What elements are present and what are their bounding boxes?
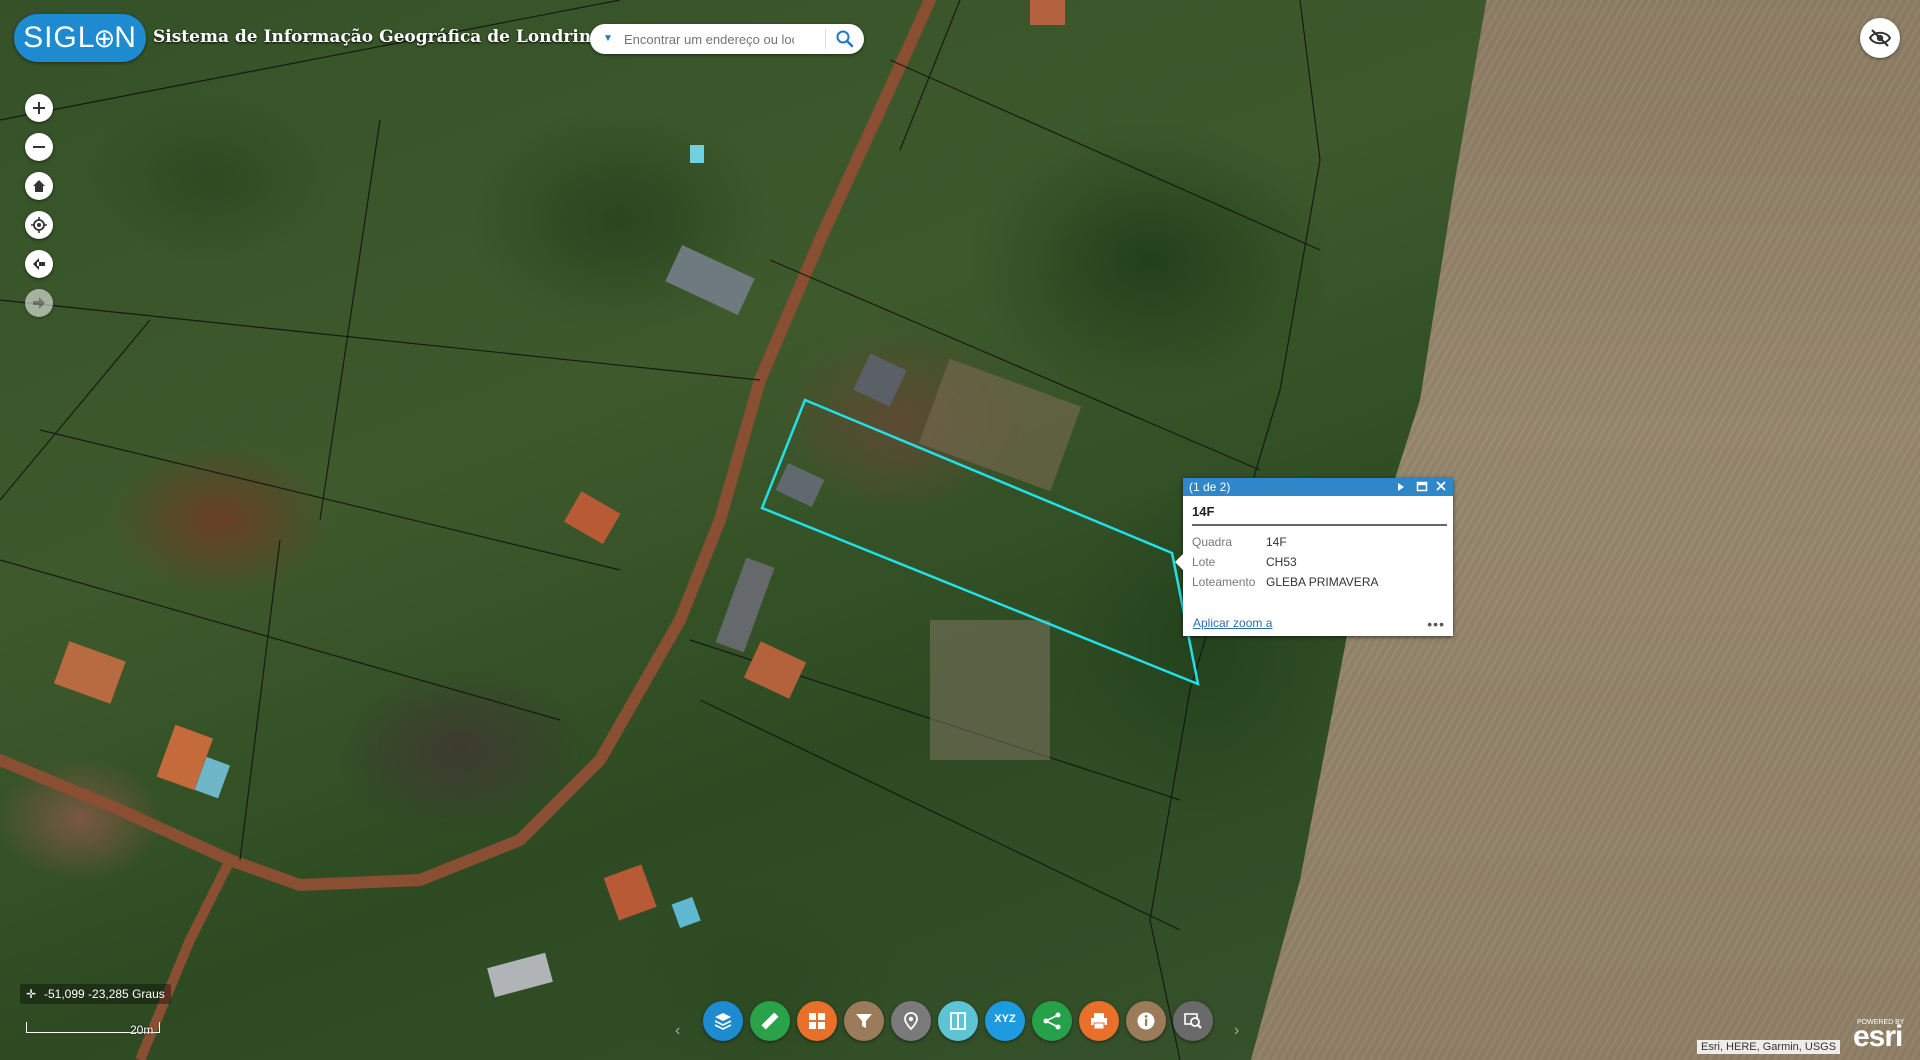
search-widget: ▼ bbox=[590, 24, 864, 54]
basemap-tool-button[interactable] bbox=[797, 1001, 837, 1041]
zoom-in-button[interactable] bbox=[25, 94, 53, 122]
maximize-button[interactable] bbox=[1414, 478, 1430, 496]
attribute-row: Loteamento GLEBA PRIMAVERA bbox=[1192, 572, 1378, 592]
share-icon bbox=[1043, 1012, 1061, 1030]
measure-tool-button[interactable] bbox=[750, 1001, 790, 1041]
logo-text-end: N bbox=[114, 21, 137, 54]
home-icon bbox=[33, 180, 45, 192]
xyz-tool-button[interactable]: XYZ bbox=[985, 1001, 1025, 1041]
locate-button[interactable] bbox=[25, 211, 53, 239]
layers-icon bbox=[714, 1013, 732, 1030]
attribute-label: Loteamento bbox=[1192, 575, 1256, 589]
ruler-icon bbox=[761, 1012, 779, 1030]
attribute-label: Quadra bbox=[1192, 535, 1233, 549]
feature-popup: (1 de 2) 14F Quadra 14F Lote CH53 Loteam… bbox=[1175, 478, 1453, 636]
printer-icon bbox=[1091, 1013, 1107, 1030]
info-icon bbox=[1137, 1012, 1155, 1030]
attribute-value: CH53 bbox=[1266, 555, 1297, 569]
coordinate-text: -51,099 -23,285 Graus bbox=[44, 987, 165, 1001]
play-icon bbox=[1398, 483, 1404, 491]
popup-counter: (1 de 2) bbox=[1189, 480, 1231, 494]
search-icon bbox=[836, 30, 854, 48]
next-extent-button[interactable] bbox=[25, 289, 53, 317]
coordinate-readout[interactable]: ✛ -51,099 -23,285 Graus bbox=[20, 984, 171, 1004]
zoom-to-link[interactable]: Aplicar zoom a bbox=[1193, 616, 1272, 630]
more-actions-button[interactable]: ••• bbox=[1427, 616, 1445, 632]
about-tool-button[interactable] bbox=[1126, 1001, 1166, 1041]
arrow-left-icon bbox=[33, 258, 45, 270]
maximize-icon bbox=[1416, 481, 1428, 492]
filter-tool-button[interactable] bbox=[844, 1001, 884, 1041]
siglon-logo[interactable]: SIGL⊕N bbox=[14, 14, 146, 62]
globe-icon: ⊕ bbox=[93, 23, 117, 53]
grid-icon bbox=[809, 1013, 825, 1029]
share-tool-button[interactable] bbox=[1032, 1001, 1072, 1041]
close-popup-button[interactable] bbox=[1433, 478, 1449, 496]
toolbar-next-button[interactable]: › bbox=[1234, 1022, 1239, 1040]
attribute-row: Lote CH53 bbox=[1192, 552, 1378, 572]
popup-attributes: Quadra 14F Lote CH53 Loteamento GLEBA PR… bbox=[1192, 532, 1378, 592]
print-tool-button[interactable] bbox=[1079, 1001, 1119, 1041]
popup-pointer bbox=[1175, 554, 1183, 570]
popup-title: 14F bbox=[1192, 504, 1447, 526]
popup-header: (1 de 2) bbox=[1183, 478, 1453, 496]
location-tool-button[interactable] bbox=[891, 1001, 931, 1041]
search-separator bbox=[825, 29, 826, 49]
search-features-tool-button[interactable] bbox=[1173, 1001, 1213, 1041]
plus-icon bbox=[33, 102, 45, 114]
map-overlay bbox=[0, 0, 1321, 1060]
filter-icon bbox=[856, 1014, 872, 1028]
dirt-road bbox=[0, 0, 936, 892]
attribute-label: Lote bbox=[1192, 555, 1216, 569]
close-icon bbox=[1436, 481, 1446, 491]
search-input[interactable] bbox=[624, 29, 794, 49]
map-pin-icon bbox=[904, 1012, 918, 1031]
arrow-right-icon bbox=[33, 297, 45, 309]
crosshair-icon: ✛ bbox=[25, 987, 37, 1001]
map-view[interactable] bbox=[0, 0, 1920, 1060]
attribute-value: 14F bbox=[1266, 535, 1287, 549]
toolbar-prev-button[interactable]: ‹ bbox=[675, 1022, 680, 1040]
previous-extent-button[interactable] bbox=[25, 250, 53, 278]
eye-slash-icon bbox=[1868, 29, 1892, 47]
attribute-row: Quadra 14F bbox=[1192, 532, 1378, 552]
map-attribution[interactable]: Esri, HERE, Garmin, USGS bbox=[1697, 1040, 1841, 1054]
locate-icon bbox=[31, 217, 47, 233]
esri-logo[interactable]: esri bbox=[1853, 1020, 1903, 1054]
zoom-search-icon bbox=[1184, 1013, 1202, 1029]
minus-icon bbox=[33, 146, 45, 148]
swipe-tool-button[interactable] bbox=[938, 1001, 978, 1041]
attribute-value: GLEBA PRIMAVERA bbox=[1266, 575, 1379, 589]
zoom-out-button[interactable] bbox=[25, 133, 53, 161]
xyz-label: XYZ bbox=[994, 1013, 1016, 1025]
search-source-dropdown[interactable]: ▼ bbox=[598, 24, 618, 54]
layers-tool-button[interactable] bbox=[703, 1001, 743, 1041]
parcel-lines bbox=[0, 0, 1321, 1060]
home-button[interactable] bbox=[25, 172, 53, 200]
next-feature-button[interactable] bbox=[1393, 478, 1409, 496]
toggle-visibility-button[interactable] bbox=[1860, 18, 1900, 58]
scale-label: 20m bbox=[130, 1023, 154, 1037]
app-title: Sistema de Informação Geográfica de Lond… bbox=[153, 27, 603, 47]
logo-text: SIGL bbox=[23, 21, 96, 54]
swipe-icon bbox=[950, 1012, 966, 1030]
search-button[interactable] bbox=[832, 26, 858, 52]
